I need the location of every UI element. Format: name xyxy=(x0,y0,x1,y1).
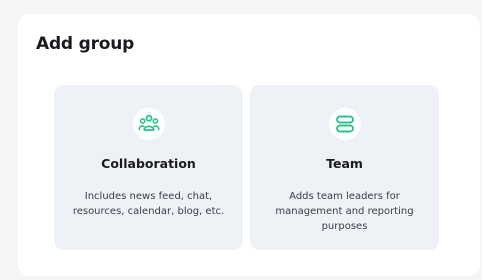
team-option-description: Adds team leaders for management and rep… xyxy=(275,191,414,232)
server-stack-icon xyxy=(328,108,361,140)
dialog-title: Add group xyxy=(36,34,135,54)
team-option-card[interactable]: Team Adds team leaders for management an… xyxy=(250,85,439,250)
collaboration-option-description: Includes news feed, chat, resources, cal… xyxy=(72,191,225,217)
collaboration-option-title: Collaboration xyxy=(101,156,196,171)
people-group-icon xyxy=(132,108,165,140)
collaboration-option-card[interactable]: Collaboration Includes news feed, chat, … xyxy=(54,85,243,250)
team-option-title: Team xyxy=(326,156,363,171)
group-options: Collaboration Includes news feed, chat, … xyxy=(54,85,439,250)
add-group-dialog: Add group Collaboration Includes news fe… xyxy=(18,14,480,276)
